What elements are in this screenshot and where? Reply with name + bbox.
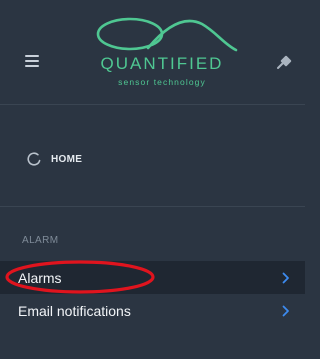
section-heading-alarm: ALARM	[22, 235, 59, 246]
logo-wordmark: QUANTIFIED	[100, 54, 224, 73]
home-circle-icon	[27, 152, 41, 166]
logo-mark	[96, 17, 238, 52]
sidebar-item-alarms[interactable]: Alarms	[0, 261, 305, 294]
header-divider	[0, 104, 305, 105]
sidebar-item-label: Alarms	[18, 269, 62, 286]
logo-tagline: sensor technology	[118, 77, 206, 87]
hamburger-icon[interactable]	[25, 55, 39, 67]
sidebar-item-label: Email notifications	[18, 302, 131, 319]
chevron-right-icon	[282, 272, 289, 284]
chevron-right-icon	[282, 305, 289, 317]
company-logo: QUANTIFIED sensor technology	[78, 14, 246, 94]
sidebar-item-home[interactable]: HOME	[0, 137, 305, 181]
pin-icon[interactable]	[276, 52, 294, 70]
sidebar-item-label: HOME	[51, 153, 83, 165]
section-divider	[0, 206, 305, 207]
sidebar-header: QUANTIFIED sensor technology	[0, 0, 305, 104]
sidebar-item-email-notifications[interactable]: Email notifications	[0, 294, 305, 327]
